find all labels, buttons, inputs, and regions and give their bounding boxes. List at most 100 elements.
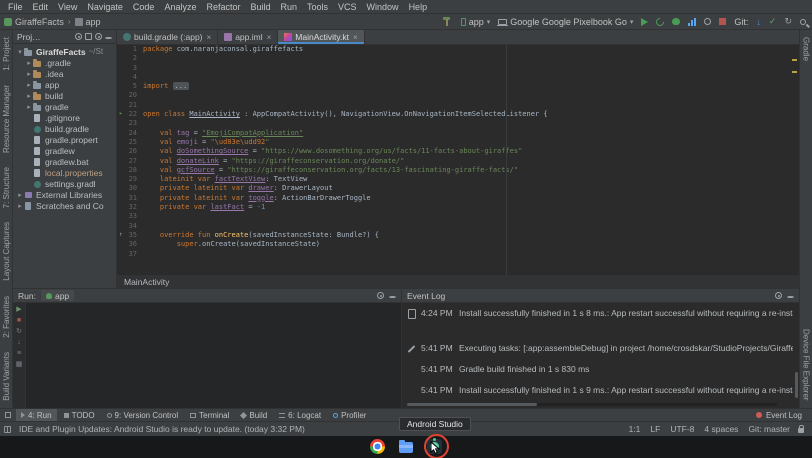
code-line[interactable]: 32 private var lastFact = -1	[117, 203, 799, 212]
gear-icon[interactable]	[377, 292, 384, 299]
run-tab-app[interactable]: app	[41, 290, 74, 301]
tree-item-scratches and co[interactable]: ▸Scratches and Co	[13, 200, 116, 211]
code-line[interactable]: 33	[117, 212, 799, 221]
tree-item-build[interactable]: ▸build	[13, 90, 116, 101]
menu-item-tools[interactable]: Tools	[302, 2, 333, 12]
code-line[interactable]: 4	[117, 73, 799, 82]
soft-wrap-icon[interactable]: ≡	[17, 350, 21, 358]
run-button[interactable]	[641, 18, 648, 26]
tool-window-button-terminal[interactable]: Terminal	[185, 409, 234, 421]
tool-windows-grid-icon[interactable]	[4, 426, 11, 433]
code-line[interactable]: 25 val emoji = "\ud83e\udd92"	[117, 138, 799, 147]
project-panel-title[interactable]: Project	[17, 32, 43, 42]
tool-stripe-7-structure[interactable]: 7: Structure	[2, 167, 11, 208]
status-4-spaces[interactable]: 4 spaces	[704, 424, 738, 434]
menu-item-help[interactable]: Help	[404, 2, 433, 12]
search-icon[interactable]	[800, 19, 806, 25]
code-line[interactable]: 20	[117, 91, 799, 100]
device-selector[interactable]: Google Google Pixelbook Go ▾	[498, 17, 633, 27]
vertical-scrollbar[interactable]	[795, 372, 798, 398]
collapse-all-icon[interactable]	[85, 33, 92, 40]
rerun-icon[interactable]: ▶	[16, 306, 21, 314]
expand-arrow[interactable]: ▸	[25, 59, 33, 67]
tree-item-giraffefacts[interactable]: ▾GiraffeFacts~/St	[13, 46, 116, 57]
tool-window-button-9-version-control[interactable]: 9: Version Control	[102, 409, 184, 421]
menu-item-file[interactable]: File	[3, 2, 28, 12]
code-line[interactable]: 3	[117, 64, 799, 73]
gear-icon[interactable]	[775, 292, 782, 299]
code-line[interactable]: 34	[117, 222, 799, 231]
tree-item-local.properties[interactable]: local.properties	[13, 167, 116, 178]
code-line[interactable]: 23	[117, 119, 799, 128]
status-git-master[interactable]: Git: master	[748, 424, 790, 434]
tree-item-gradlew.bat[interactable]: gradlew.bat	[13, 156, 116, 167]
tree-item-.gitignore[interactable]: .gitignore	[13, 112, 116, 123]
tree-item-app[interactable]: ▸app	[13, 79, 116, 90]
code-line[interactable]: 30 private lateinit var drawer: DrawerLa…	[117, 184, 799, 193]
tool-stripe-2-favorites[interactable]: 2: Favorites	[2, 296, 11, 338]
code-line[interactable]: 36 super.onCreate(savedInstanceState)	[117, 240, 799, 249]
stop-button[interactable]	[719, 18, 726, 25]
tool-stripe-1-project[interactable]: 1: Project	[2, 37, 11, 71]
breadcrumb-item-giraffefacts[interactable]: GiraffeFacts	[4, 17, 64, 27]
event-log-entry-1[interactable]: 4:24 PMInstall successfully finished in …	[407, 308, 793, 319]
window-corner-icon[interactable]	[5, 412, 11, 418]
tool-window-button-profiler[interactable]: Profiler	[328, 409, 371, 421]
tool-window-button-todo[interactable]: TODO	[59, 409, 100, 421]
scroll-to-end-icon[interactable]: ↓	[17, 339, 21, 347]
tool-stripe-layout-captures[interactable]: Layout Captures	[2, 222, 11, 281]
code-line[interactable]: 21	[117, 101, 799, 110]
override-gutter-icon[interactable]: ↑	[119, 231, 123, 238]
code-line[interactable]: 1package com.naranjaconsal.giraffefacts	[117, 45, 799, 54]
status-message[interactable]: IDE and Plugin Updates: Android Studio i…	[19, 424, 621, 434]
tool-window-button-build[interactable]: Build	[236, 409, 272, 421]
git-rollback-icon[interactable]: ↻	[784, 16, 792, 27]
error-stripe-mark[interactable]	[792, 59, 797, 61]
code-line[interactable]: 27 val donateLink = "https://giraffecons…	[117, 157, 799, 166]
menu-item-window[interactable]: Window	[362, 2, 404, 12]
hide-panel-icon[interactable]	[389, 296, 396, 298]
tool-stripe-gradle[interactable]: Gradle	[802, 37, 811, 61]
attach-debugger-button[interactable]	[704, 18, 711, 25]
menu-item-refactor[interactable]: Refactor	[201, 2, 245, 12]
code-line[interactable]: 28 val gcfSource = "https://giraffeconse…	[117, 166, 799, 175]
files-icon[interactable]	[399, 442, 413, 453]
code-line[interactable]: 26 val doSomethingSource = "https://www.…	[117, 147, 799, 156]
expand-arrow[interactable]: ▸	[25, 81, 33, 89]
chrome-icon[interactable]	[370, 439, 385, 454]
tool-stripe-device-file-explorer[interactable]: Device File Explorer	[802, 329, 811, 401]
tree-item-gradle.propert[interactable]: gradle.propert	[13, 134, 116, 145]
tool-stripe-resource-manager[interactable]: Resource Manager	[2, 85, 11, 153]
event-log-button[interactable]: Event Log	[756, 411, 812, 420]
breadcrumb-class[interactable]: MainActivity	[124, 277, 169, 287]
code-line[interactable]: 22▸open class MainActivity : AppCompatAc…	[117, 110, 799, 119]
tool-window-button-6-logcat[interactable]: 6: Logcat	[274, 409, 326, 421]
hide-panel-icon[interactable]	[787, 296, 794, 298]
status-1-1[interactable]: 1:1	[629, 424, 641, 434]
status-utf-8[interactable]: UTF-8	[670, 424, 694, 434]
code-line[interactable]: 35↑ override fun onCreate(savedInstanceS…	[117, 231, 799, 240]
git-update-icon[interactable]: ↓	[756, 17, 761, 27]
gear-icon[interactable]	[95, 33, 102, 40]
code-line[interactable]: 24 val tag = "EmojiCompatApplication"	[117, 129, 799, 138]
expand-arrow[interactable]: ▾	[16, 48, 24, 56]
restart-icon[interactable]: ↻	[16, 328, 22, 336]
horizontal-scrollbar[interactable]	[407, 403, 777, 406]
run-config-selector[interactable]: app ▾	[461, 17, 491, 27]
code-line[interactable]: 31 private lateinit var toggle: ActionBa…	[117, 194, 799, 203]
clear-all-icon[interactable]: ▦	[16, 361, 23, 369]
tool-stripe-build-variants[interactable]: Build Variants	[2, 352, 11, 401]
git-commit-icon[interactable]: ✓	[769, 16, 777, 27]
code-line[interactable]: 5import ...	[117, 82, 799, 91]
menu-item-run[interactable]: Run	[276, 2, 303, 12]
menu-item-view[interactable]: View	[53, 2, 82, 12]
locate-icon[interactable]	[75, 33, 82, 40]
menu-item-code[interactable]: Code	[128, 2, 160, 12]
apply-changes-button[interactable]	[655, 16, 666, 27]
event-log-entry-4[interactable]: 5:41 PMInstall successfully finished in …	[407, 385, 793, 396]
event-log-entry-2[interactable]: 5:41 PMExecuting tasks: [:app:assembleDe…	[407, 343, 793, 354]
editor-tab-app.iml[interactable]: app.iml×	[218, 30, 278, 44]
tree-item-.gradle[interactable]: ▸.gradle	[13, 57, 116, 68]
expand-arrow[interactable]: ▸	[25, 92, 33, 100]
run-gutter-icon[interactable]: ▸	[119, 110, 123, 117]
